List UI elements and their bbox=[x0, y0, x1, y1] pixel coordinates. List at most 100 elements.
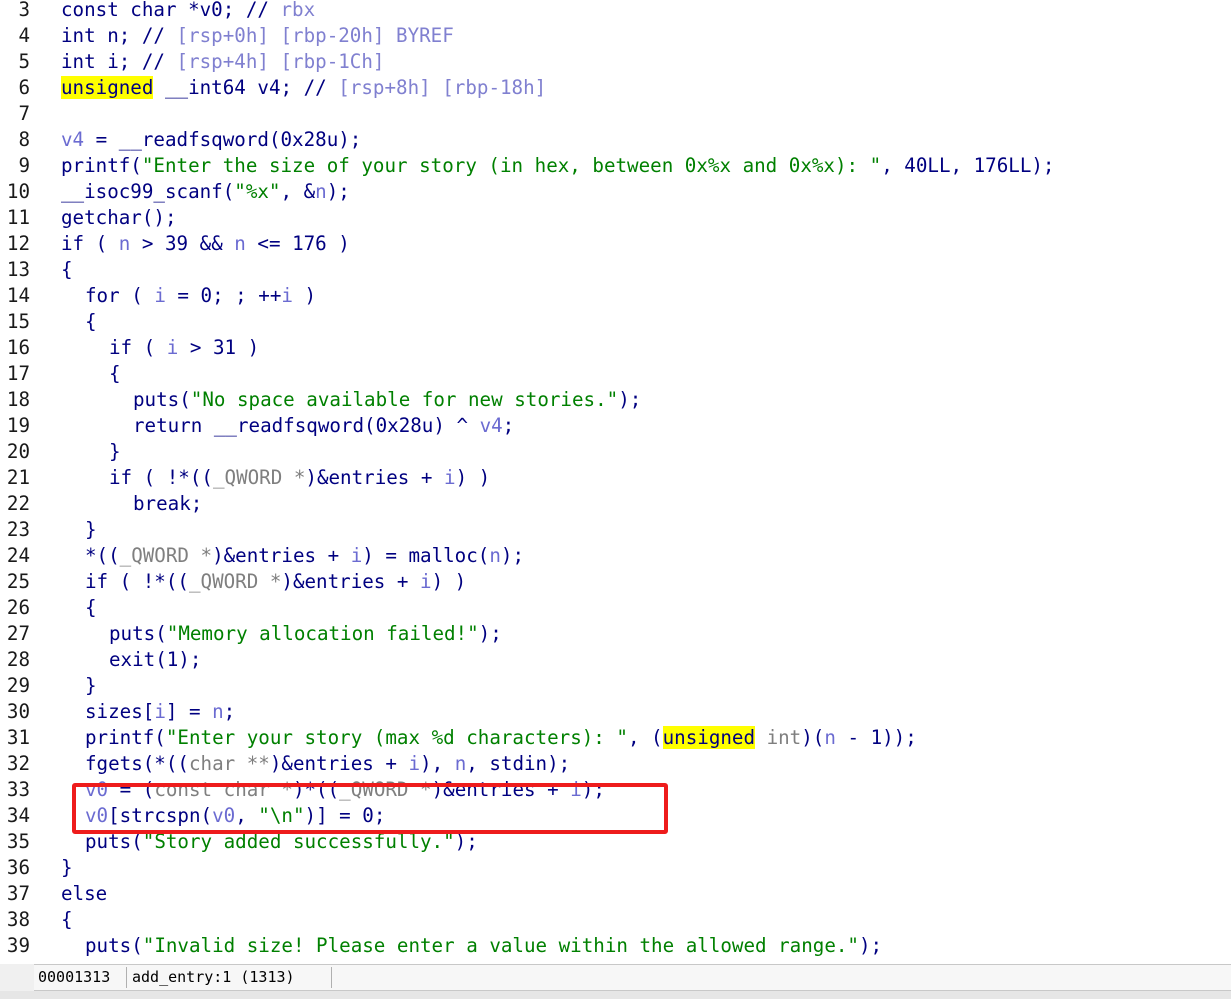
code-token: n bbox=[234, 232, 246, 255]
line-number: 23 bbox=[6, 518, 30, 541]
code-token: v4 bbox=[479, 414, 503, 437]
code-token: n bbox=[118, 232, 131, 255]
code-text[interactable]: { bbox=[85, 309, 97, 335]
code-token: fgets(*(( bbox=[85, 752, 189, 775]
line-number: 13 bbox=[6, 258, 30, 281]
code-token: ) ) bbox=[431, 570, 467, 593]
code-text[interactable]: } bbox=[109, 439, 121, 465]
line-number: 4 bbox=[18, 24, 30, 47]
line-number: 27 bbox=[6, 622, 30, 645]
code-token: [strcspn( bbox=[108, 804, 213, 827]
code-token: int bbox=[61, 50, 108, 73]
code-token: ); bbox=[454, 830, 478, 853]
code-text[interactable]: puts("Story added successfully."); bbox=[85, 829, 478, 855]
code-token: for ( bbox=[85, 284, 155, 307]
line-number: 38 bbox=[6, 908, 30, 931]
code-token: n bbox=[824, 726, 836, 749]
code-text[interactable]: unsigned __int64 v4; // [rsp+8h] [rbp-18… bbox=[61, 75, 546, 101]
code-token: i bbox=[154, 700, 166, 723]
code-token: { bbox=[109, 362, 121, 385]
code-token: n bbox=[315, 180, 327, 203]
code-token: v0 bbox=[85, 778, 109, 801]
code-token: n; bbox=[107, 24, 142, 47]
code-token: , 40LL, 176LL); bbox=[881, 154, 1055, 177]
code-text[interactable]: break; bbox=[133, 491, 202, 517]
code-text[interactable]: puts("Invalid size! Please enter a value… bbox=[85, 933, 882, 959]
code-token: puts( bbox=[85, 830, 143, 853]
line-number: 28 bbox=[6, 648, 30, 671]
code-token: { bbox=[61, 258, 73, 281]
code-token: { bbox=[85, 596, 97, 619]
code-text[interactable]: { bbox=[85, 595, 97, 621]
code-text[interactable]: *((_QWORD *)&entries + i) = malloc(n); bbox=[85, 543, 524, 569]
code-token: [rsp+8h] [rbp-18h] bbox=[338, 76, 547, 99]
code-text[interactable]: int i; // [rsp+4h] [rbp-1Ch] bbox=[61, 49, 384, 75]
code-text[interactable]: v0 = (const char *)*((_QWORD *)&entries … bbox=[85, 777, 605, 803]
code-token: = __readfsqword(0x28u); bbox=[84, 128, 362, 151]
code-text[interactable]: return __readfsqword(0x28u) ^ v4; bbox=[133, 413, 514, 439]
code-token: i bbox=[281, 284, 293, 307]
code-text[interactable]: } bbox=[85, 673, 97, 699]
line-number: 32 bbox=[6, 752, 30, 775]
code-text[interactable]: sizes[i] = n; bbox=[85, 699, 235, 725]
code-text[interactable]: else bbox=[61, 881, 107, 907]
code-token: n bbox=[489, 544, 501, 567]
code-token: = 0; ; ++ bbox=[165, 284, 282, 307]
code-token: // bbox=[245, 0, 281, 21]
code-token: )] = 0; bbox=[304, 804, 386, 827]
code-token: "%x" bbox=[234, 180, 281, 203]
code-token: ); bbox=[326, 180, 350, 203]
code-token: else bbox=[61, 882, 108, 905]
code-text[interactable]: v4 = __readfsqword(0x28u); bbox=[61, 127, 361, 153]
code-token: )&entries + bbox=[305, 466, 445, 489]
code-text[interactable]: } bbox=[61, 855, 73, 881]
code-token: <= 176 ) bbox=[245, 232, 350, 255]
code-token: ); bbox=[500, 544, 525, 567]
line-number: 36 bbox=[6, 856, 30, 879]
pseudocode-view[interactable]: 3 const char *v0; // rbx 4 int n; // [rsp+0… bbox=[0, 0, 1231, 964]
code-text[interactable]: exit(1); bbox=[109, 647, 201, 673]
code-text[interactable]: if ( !*((_QWORD *)&entries + i) ) bbox=[85, 569, 466, 595]
code-text[interactable]: fgets(*((char **)&entries + i), n, stdin… bbox=[85, 751, 570, 777]
code-text[interactable]: puts("No space available for new stories… bbox=[133, 387, 641, 413]
code-token: } bbox=[85, 518, 97, 541]
code-text[interactable]: v0[strcspn(v0, "\n")] = 0; bbox=[85, 803, 385, 829]
code-token: n bbox=[454, 752, 467, 775]
code-token: i bbox=[350, 544, 363, 567]
code-token: n bbox=[212, 700, 224, 723]
code-token: v4; bbox=[257, 76, 304, 99]
code-token: _QWORD * bbox=[339, 778, 432, 801]
code-text[interactable]: { bbox=[61, 257, 73, 283]
code-token: const char * bbox=[154, 778, 293, 801]
code-token: _QWORD * bbox=[119, 544, 213, 567]
code-token: unsigned bbox=[61, 76, 154, 99]
status-address: 00001313 bbox=[38, 968, 111, 986]
line-number: 18 bbox=[6, 388, 30, 411]
code-token: )&entries + bbox=[269, 752, 409, 775]
code-text[interactable]: puts("Memory allocation failed!"); bbox=[109, 621, 502, 647]
code-token: ); bbox=[478, 622, 502, 645]
code-token: puts( bbox=[85, 934, 143, 957]
code-text[interactable]: if ( n > 39 && n <= 176 ) bbox=[61, 231, 350, 257]
code-text[interactable]: const char *v0; // rbx bbox=[61, 0, 315, 23]
code-token: // bbox=[141, 50, 177, 73]
line-number: 30 bbox=[6, 700, 30, 723]
code-token: > 39 && bbox=[130, 232, 235, 255]
code-text[interactable]: { bbox=[61, 907, 73, 933]
code-token: )*(( bbox=[292, 778, 340, 801]
code-text[interactable]: if ( !*((_QWORD *)&entries + i) ) bbox=[109, 465, 490, 491]
code-text[interactable]: printf("Enter the size of your story (in… bbox=[61, 153, 1054, 179]
code-text[interactable]: for ( i = 0; ; ++i ) bbox=[85, 283, 316, 309]
code-text[interactable]: } bbox=[85, 517, 97, 543]
code-text[interactable]: int n; // [rsp+0h] [rbp-20h] BYREF bbox=[61, 23, 454, 49]
code-token: } bbox=[61, 856, 73, 879]
code-text[interactable]: { bbox=[109, 361, 121, 387]
code-text[interactable]: __isoc99_scanf("%x", &n); bbox=[61, 179, 350, 205]
code-text[interactable]: getchar(); bbox=[61, 205, 177, 231]
code-text[interactable]: printf("Enter your story (max %d charact… bbox=[85, 725, 917, 751]
status-bar-panel: 00001313 add_entry:1 (1313) bbox=[34, 964, 1231, 991]
code-token: )&entries + bbox=[212, 544, 351, 567]
line-number: 31 bbox=[6, 726, 30, 749]
code-token: "Enter your story (max %d characters): " bbox=[165, 726, 628, 749]
code-text[interactable]: if ( i > 31 ) bbox=[109, 335, 259, 361]
